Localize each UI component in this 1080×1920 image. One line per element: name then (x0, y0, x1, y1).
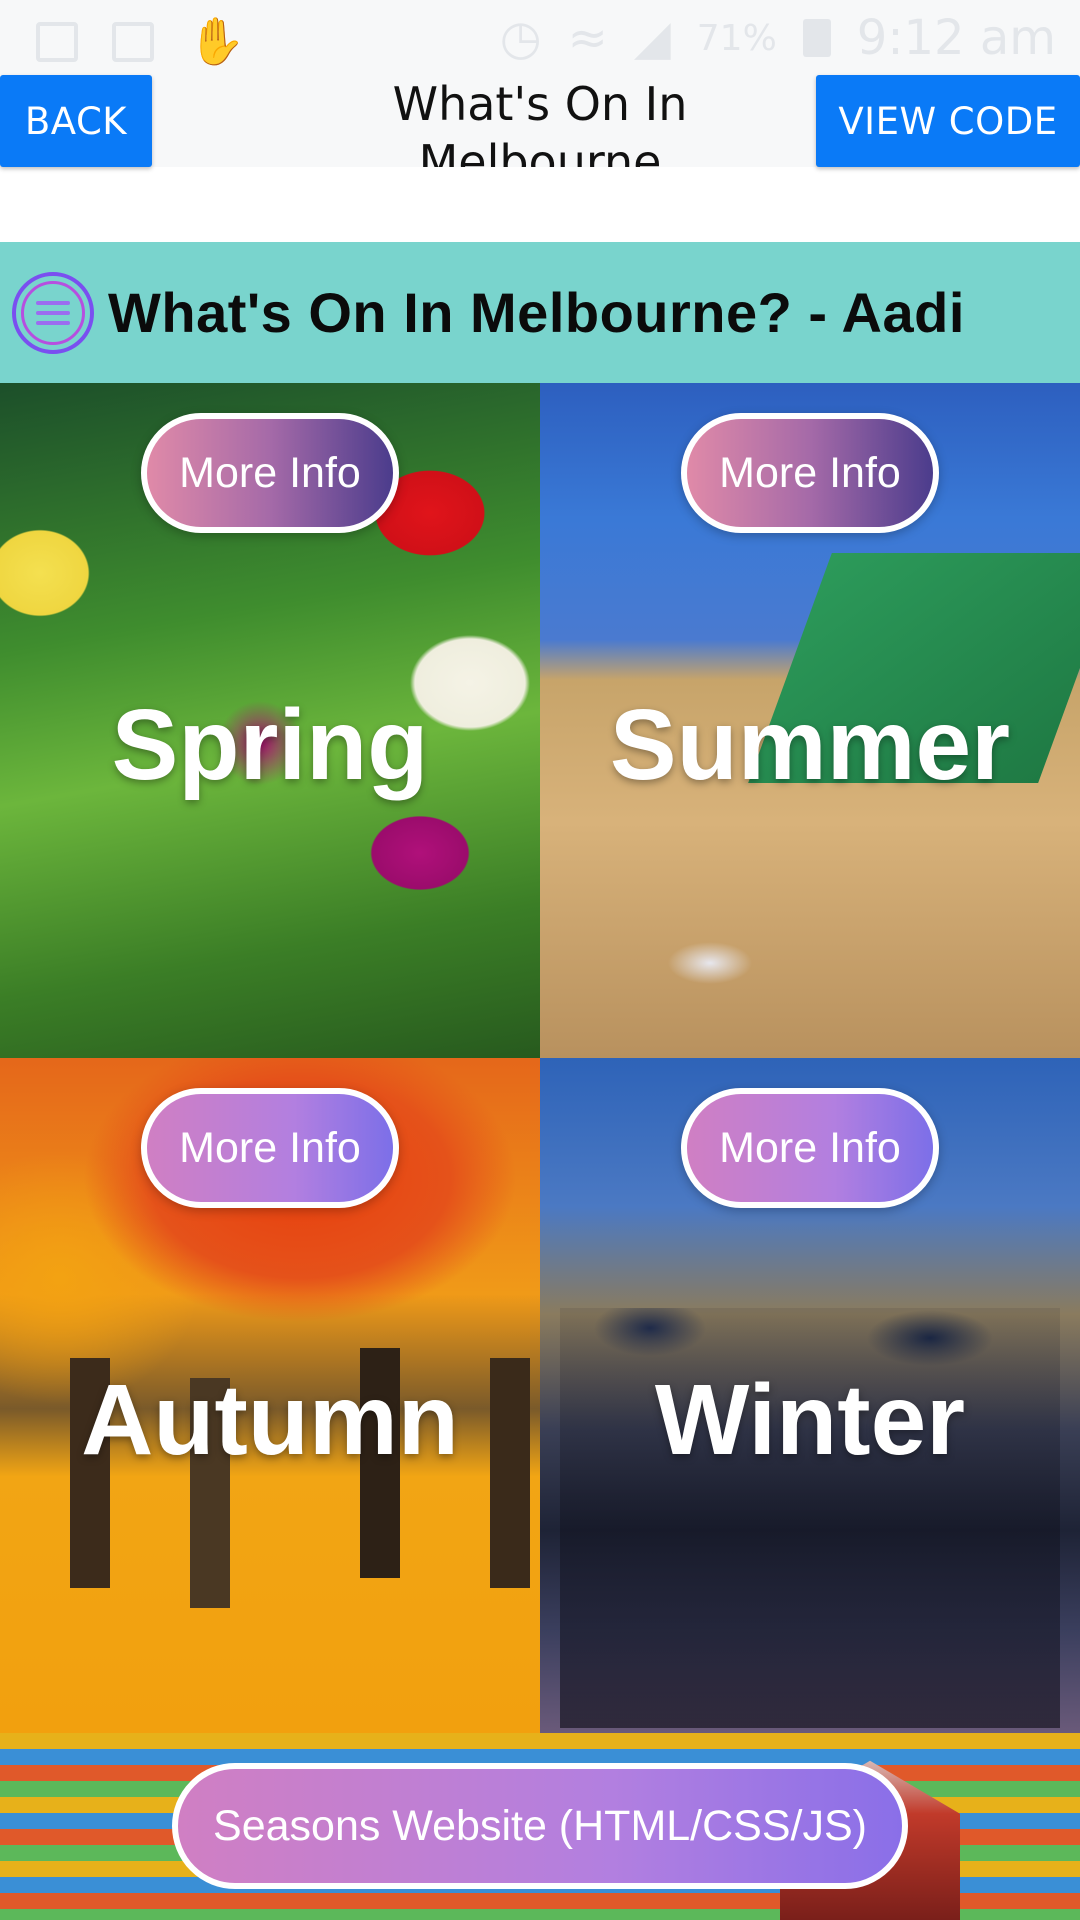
season-tile-autumn[interactable]: More Info Autumn (0, 1058, 540, 1733)
alarm-icon: ◷ (499, 10, 542, 66)
app-header: What's On In Melbourne? - Aadi (0, 242, 1080, 383)
battery-percent: 71% (696, 17, 777, 59)
season-tile-spring[interactable]: More Info Spring (0, 383, 540, 1058)
more-info-button-winter[interactable]: More Info (681, 1088, 939, 1208)
clock: 9:12 am (856, 10, 1056, 66)
status-right: ◷ ≈ ◢ 71% 9:12 am (500, 10, 1056, 66)
seasons-grid: More Info Spring More Info Summer More I… (0, 383, 1080, 1733)
view-code-button[interactable]: VIEW CODE (816, 75, 1080, 167)
mail-icon (36, 21, 78, 62)
more-info-button-autumn[interactable]: More Info (141, 1088, 399, 1208)
season-label-summer: Summer (609, 689, 1011, 801)
image-icon (112, 21, 154, 62)
more-info-button-spring[interactable]: More Info (141, 413, 399, 533)
season-tile-winter[interactable]: More Info Winter (540, 1058, 1080, 1733)
status-bar: ✋ ◷ ≈ ◢ 71% 9:12 am (0, 0, 1080, 75)
more-info-button-summer[interactable]: More Info (681, 413, 939, 533)
hand-icon: ✋ (188, 14, 246, 68)
footer-banner: Seasons Website (HTML/CSS/JS) (0, 1733, 1080, 1920)
back-button[interactable]: BACK (0, 75, 152, 167)
season-label-spring: Spring (111, 689, 429, 801)
signal-icon: ◢ (633, 10, 671, 66)
battery-icon (802, 19, 831, 57)
hamburger-icon (36, 295, 70, 331)
season-label-winter: Winter (654, 1364, 966, 1476)
seasons-website-button[interactable]: Seasons Website (HTML/CSS/JS) (172, 1763, 908, 1889)
page-title: What's On In Melbourne (392, 77, 688, 167)
top-bar: BACK What's On In Melbourne VIEW CODE (0, 75, 1080, 167)
season-label-autumn: Autumn (81, 1364, 459, 1476)
season-tile-summer[interactable]: More Info Summer (540, 383, 1080, 1058)
status-left: ✋ (36, 14, 245, 69)
app-title: What's On In Melbourne? - Aadi (108, 281, 965, 344)
wifi-icon: ≈ (567, 10, 608, 66)
menu-button[interactable] (12, 271, 94, 354)
